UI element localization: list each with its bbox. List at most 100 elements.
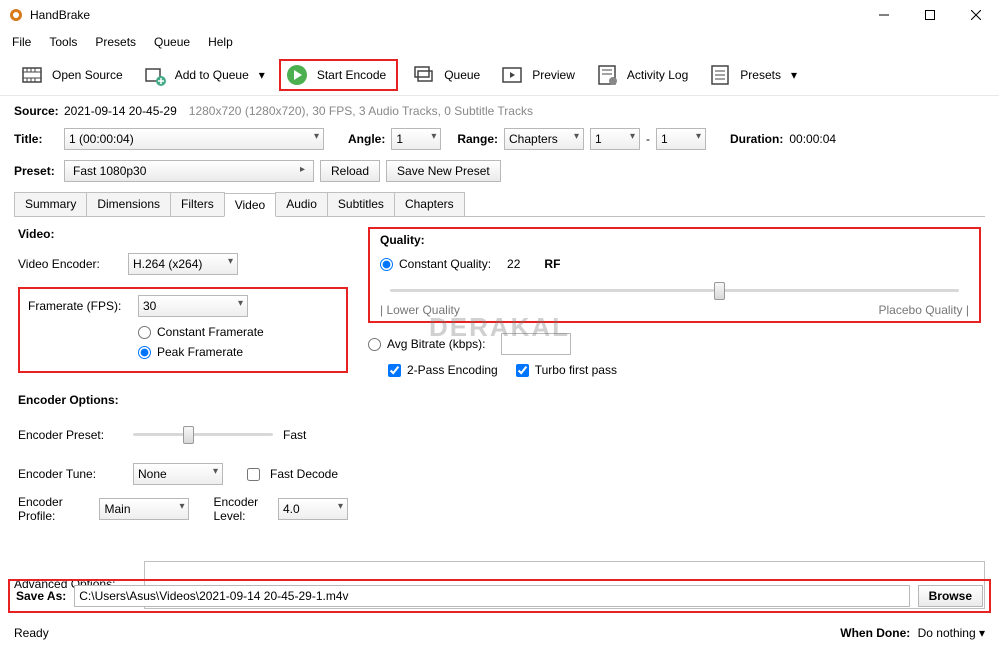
activity-log-button[interactable]: Activity Log bbox=[589, 59, 694, 91]
activity-log-label: Activity Log bbox=[627, 68, 688, 82]
handbrake-app-icon bbox=[8, 7, 24, 23]
range-to-select[interactable]: 1 bbox=[656, 128, 706, 150]
presets-button[interactable]: Presets ▾ bbox=[702, 59, 803, 91]
window-title: HandBrake bbox=[30, 8, 861, 22]
film-reel-icon bbox=[20, 63, 44, 87]
peak-framerate-label: Peak Framerate bbox=[157, 345, 243, 359]
tab-subtitles[interactable]: Subtitles bbox=[327, 192, 395, 216]
menu-presets[interactable]: Presets bbox=[87, 32, 144, 52]
encoder-preset-slider[interactable] bbox=[133, 425, 273, 445]
presets-icon bbox=[708, 63, 732, 87]
constant-quality-label: Constant Quality: bbox=[399, 257, 491, 271]
encoder-tune-select[interactable]: None bbox=[133, 463, 223, 485]
video-encoder-select[interactable]: H.264 (x264) bbox=[128, 253, 238, 275]
source-info: 1280x720 (1280x720), 30 FPS, 3 Audio Tra… bbox=[189, 104, 533, 118]
queue-button[interactable]: Queue bbox=[406, 59, 486, 91]
start-encode-button[interactable]: Start Encode bbox=[279, 59, 398, 91]
title-select[interactable]: 1 (00:00:04) bbox=[64, 128, 324, 150]
tab-filters[interactable]: Filters bbox=[170, 192, 225, 216]
reload-button[interactable]: Reload bbox=[320, 160, 380, 182]
queue-icon bbox=[412, 63, 436, 87]
encoder-options-heading: Encoder Options: bbox=[18, 393, 348, 407]
framerate-select[interactable]: 30 bbox=[138, 295, 248, 317]
title-row: Title: 1 (00:00:04) Angle: 1 Range: Chap… bbox=[14, 128, 985, 150]
tab-audio[interactable]: Audio bbox=[275, 192, 328, 216]
close-button[interactable] bbox=[953, 0, 999, 30]
open-source-button[interactable]: Open Source bbox=[14, 59, 129, 91]
start-encode-label: Start Encode bbox=[317, 68, 386, 82]
quality-labels: | Lower Quality Placebo Quality | bbox=[380, 303, 969, 317]
titlebar: HandBrake bbox=[0, 0, 999, 30]
chevron-down-icon[interactable]: ▾ bbox=[791, 68, 797, 82]
quality-slider[interactable] bbox=[390, 281, 959, 301]
menu-file[interactable]: File bbox=[4, 32, 39, 52]
video-right-column: Quality: Constant Quality: 22 RF | Lower… bbox=[368, 227, 981, 533]
encoder-profile-select[interactable]: Main bbox=[99, 498, 189, 520]
range-from-select[interactable]: 1 bbox=[590, 128, 640, 150]
encoding-passes-row: 2-Pass Encoding Turbo first pass bbox=[388, 363, 981, 377]
avg-bitrate-row: Avg Bitrate (kbps): bbox=[368, 333, 981, 355]
encoder-level-select[interactable]: 4.0 bbox=[278, 498, 348, 520]
save-as-label: Save As: bbox=[16, 589, 66, 603]
chevron-down-icon[interactable]: ▾ bbox=[259, 68, 265, 82]
when-done-label: When Done: bbox=[840, 626, 910, 640]
encoder-tune-label: Encoder Tune: bbox=[18, 467, 123, 481]
menu-queue[interactable]: Queue bbox=[146, 32, 198, 52]
preview-label: Preview bbox=[532, 68, 575, 82]
menubar: File Tools Presets Queue Help bbox=[0, 30, 999, 54]
constant-quality-radio[interactable] bbox=[380, 258, 393, 271]
when-done-group: When Done: Do nothing ▾ bbox=[840, 626, 985, 640]
video-encoder-row: Video Encoder: H.264 (x264) bbox=[18, 253, 348, 275]
play-icon bbox=[285, 63, 309, 87]
source-label: Source: bbox=[14, 104, 58, 118]
range-dash: - bbox=[646, 132, 650, 146]
menu-tools[interactable]: Tools bbox=[41, 32, 85, 52]
constant-quality-value: 22 bbox=[507, 257, 520, 271]
lower-quality-label: | Lower Quality bbox=[380, 303, 460, 317]
turbo-checkbox[interactable] bbox=[516, 364, 529, 377]
avg-bitrate-input[interactable] bbox=[501, 333, 571, 355]
two-pass-checkbox[interactable] bbox=[388, 364, 401, 377]
constant-framerate-radio[interactable] bbox=[138, 326, 151, 339]
preview-button[interactable]: Preview bbox=[494, 59, 581, 91]
tab-summary[interactable]: Summary bbox=[14, 192, 87, 216]
turbo-label: Turbo first pass bbox=[535, 363, 617, 377]
video-encoder-label: Video Encoder: bbox=[18, 257, 118, 271]
avg-bitrate-radio[interactable] bbox=[368, 338, 381, 351]
encoder-preset-label: Encoder Preset: bbox=[18, 428, 123, 442]
content-area: Source: 2021-09-14 20-45-29 1280x720 (12… bbox=[0, 96, 999, 627]
placebo-quality-label: Placebo Quality | bbox=[879, 303, 970, 317]
add-queue-icon bbox=[143, 63, 167, 87]
queue-label: Queue bbox=[444, 68, 480, 82]
browse-button[interactable]: Browse bbox=[918, 585, 983, 607]
encoder-level-label: Encoder Level: bbox=[213, 495, 268, 523]
minimize-button[interactable] bbox=[861, 0, 907, 30]
window-controls bbox=[861, 0, 999, 30]
tab-dimensions[interactable]: Dimensions bbox=[86, 192, 171, 216]
framerate-row: Framerate (FPS): 30 bbox=[28, 295, 338, 317]
when-done-value[interactable]: Do nothing ▾ bbox=[918, 626, 985, 640]
add-to-queue-button[interactable]: Add to Queue ▾ bbox=[137, 59, 271, 91]
duration-label: Duration: bbox=[730, 132, 783, 146]
source-row: Source: 2021-09-14 20-45-29 1280x720 (12… bbox=[14, 104, 985, 118]
tab-video[interactable]: Video bbox=[224, 193, 276, 217]
video-tab-content: Video: Video Encoder: H.264 (x264) Frame… bbox=[14, 217, 985, 543]
encoder-preset-row: Encoder Preset: Fast bbox=[18, 417, 348, 453]
statusbar: Ready When Done: Do nothing ▾ bbox=[0, 621, 999, 645]
maximize-button[interactable] bbox=[907, 0, 953, 30]
tab-chapters[interactable]: Chapters bbox=[394, 192, 465, 216]
framerate-label: Framerate (FPS): bbox=[28, 299, 128, 313]
save-new-preset-button[interactable]: Save New Preset bbox=[386, 160, 501, 182]
peak-framerate-radio[interactable] bbox=[138, 346, 151, 359]
preview-icon bbox=[500, 63, 524, 87]
open-source-label: Open Source bbox=[52, 68, 123, 82]
save-as-input[interactable] bbox=[74, 585, 909, 607]
quality-highlight-box: Quality: Constant Quality: 22 RF | Lower… bbox=[368, 227, 981, 323]
preset-select[interactable]: Fast 1080p30 bbox=[64, 160, 314, 182]
peak-framerate-row: Peak Framerate bbox=[138, 345, 338, 359]
menu-help[interactable]: Help bbox=[200, 32, 241, 52]
angle-select[interactable]: 1 bbox=[391, 128, 441, 150]
constant-framerate-row: Constant Framerate bbox=[138, 325, 338, 339]
fast-decode-checkbox[interactable] bbox=[247, 468, 260, 481]
range-type-select[interactable]: Chapters bbox=[504, 128, 584, 150]
